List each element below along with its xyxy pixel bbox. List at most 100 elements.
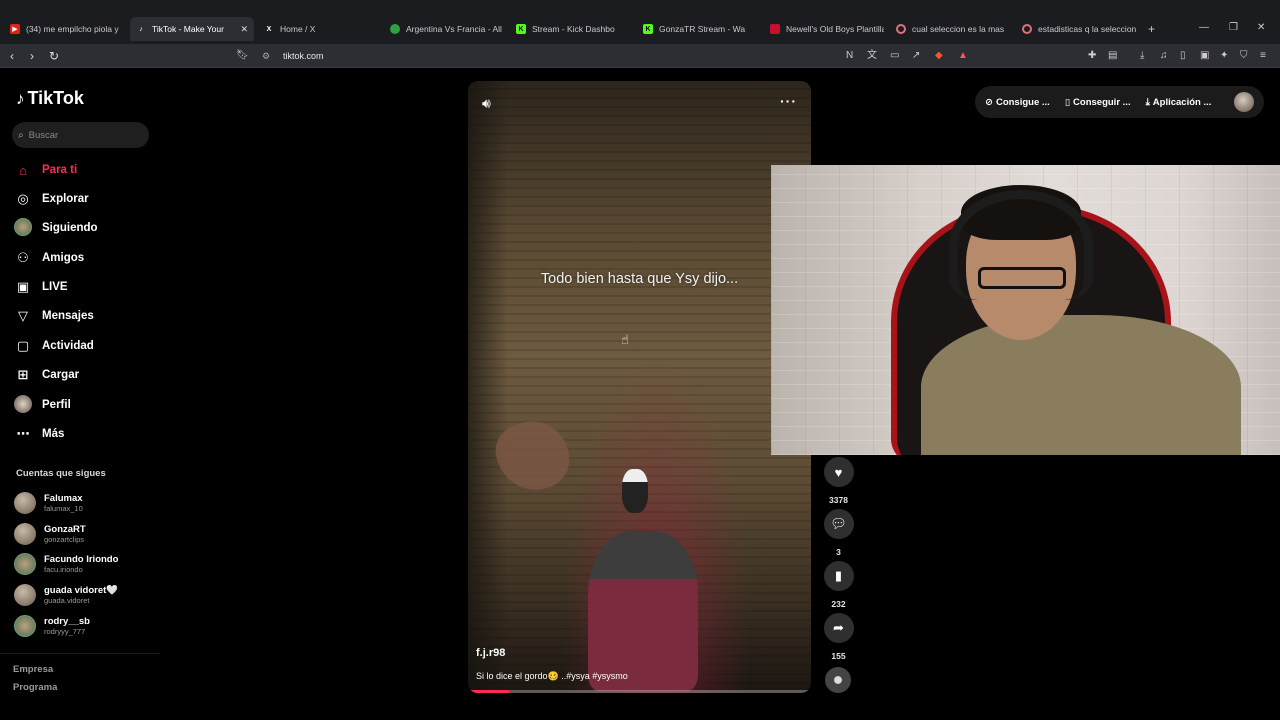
share-icon[interactable]: ➦ [823,613,854,643]
tab-youtube[interactable]: ▶ (34) me empilcho piola y [4,17,124,41]
site-info-icon[interactable]: ⚙ [262,47,270,65]
translate-icon[interactable]: 文 [867,49,877,63]
heart-icon[interactable]: ♥ [823,457,854,487]
video-player[interactable]: 🔊︎ ··· Todo bien hasta que Ysy dijo... f… [468,81,811,693]
comment-icon[interactable]: 💬︎ [823,509,854,539]
vpn-icon[interactable]: ⛉ [1240,49,1248,63]
brave-shields-icon[interactable]: ◆ [935,49,943,63]
reload-icon[interactable]: ↻ [49,49,59,63]
like-action[interactable]: ♥ 3378 [822,457,855,505]
followed-account[interactable]: GonzaRT gonzartclips [14,523,86,545]
tab-kick-dashboard[interactable]: K Stream - Kick Dashbo [510,17,630,41]
forward-icon[interactable]: › [30,49,34,63]
wallet-icon[interactable]: ▣ [1200,49,1209,63]
tab-newells[interactable]: Newell's Old Boys Plantilla [764,17,884,41]
followed-account[interactable]: guada vidoret🤍 guada.vidoret [14,584,118,606]
tab-argentina[interactable]: Argentina Vs Francia - All [384,17,504,41]
restore-icon[interactable]: ❐ [1229,22,1238,33]
media-icon[interactable]: ♫ [1160,49,1168,63]
followed-account[interactable]: Falumax falumax_10 [14,492,83,514]
avatar [14,492,36,514]
tab-search-icon[interactable]: ▤ [1108,49,1117,63]
avatar [14,553,36,575]
nav-actividad[interactable]: ▢ Actividad [14,335,94,357]
tracking-icon[interactable]: N [846,49,853,63]
following-header: Cuentas que sigues [16,468,106,479]
streamer-shirt [921,315,1241,455]
nav-siguiendo[interactable]: Siguiendo [14,217,98,239]
get-coins-button[interactable]: ⊘ Consigue ... [985,97,1050,108]
leo-icon[interactable]: ✦ [1220,49,1228,63]
top-actions-bar: ⊘ Consigue ... ▯ Conseguir ... ⤓ Aplicación… [975,86,1264,118]
video-more-options-icon[interactable]: ··· [780,93,797,109]
video-progress-bar[interactable] [468,690,811,693]
nav-mensajes[interactable]: ▽ Mensajes [14,305,94,327]
back-icon[interactable]: ‹ [10,49,14,63]
x-icon: X [266,25,272,33]
coin-icon: ⊘ [985,96,993,108]
like-count: 3378 [829,495,848,505]
kick-icon: K [643,24,653,34]
nav-explorar[interactable]: ◎ Explorar [14,188,88,210]
menu-icon[interactable]: ≡ [1260,49,1266,63]
following-avatar-icon [14,217,32,239]
nav-label: Más [42,428,65,440]
video-author[interactable]: f.j.r98 [476,647,505,659]
nav-amigos[interactable]: ⚇ Amigos [14,247,84,269]
followed-account[interactable]: Facundo Iriondo facu.iriondo [14,553,118,575]
account-name: Falumax [44,493,83,504]
tab-search-2[interactable]: estadisticas q la seleccion [1016,17,1136,41]
volume-icon[interactable]: 🔊︎ [482,95,491,112]
tab-label: Home / X [280,24,316,34]
account-username: facu.iriondo [44,565,83,574]
cast-icon[interactable]: ▭ [890,49,899,63]
music-disc-icon[interactable] [825,667,851,693]
browser-toolbar: ‹ › ↻ 🔖︎ ⚙ tiktok.com N 文 ▭ ↗ ◆ ▲ ✚ ▤ ⤓ … [0,44,1280,68]
tab-kick-stream[interactable]: K GonzaTR Stream - Wa [637,17,757,41]
account-username: falumax_10 [44,504,83,513]
nav-mas[interactable]: ⋯ Más [14,423,65,445]
new-tab-button[interactable]: + [1142,17,1160,41]
download-icon[interactable]: ⤓ [1140,49,1144,63]
logo-text: TikTok [27,88,84,108]
nav-para-ti[interactable]: ⌂ Para ti [14,159,77,181]
mouse-cursor-icon: ☝ [621,332,629,347]
footer-link-empresa[interactable]: Empresa [13,664,53,675]
get-app-button[interactable]: ▯ Conseguir ... [1065,97,1131,108]
extensions-icon[interactable]: ✚ [1088,49,1096,63]
tab-x[interactable]: X Home / X [258,17,378,41]
video-progress-fill [468,690,510,693]
close-window-icon[interactable]: ✕ [1257,22,1265,33]
nav-live[interactable]: ▣ LIVE [14,276,68,298]
bookmark-action[interactable]: ▮ 232 [822,561,855,609]
minimize-icon[interactable]: — [1199,22,1209,33]
sidebar-toggle-icon[interactable]: ▯ [1180,49,1186,63]
nav-label: Mensajes [42,310,94,322]
pc-app-button[interactable]: ⤓ Aplicación ... [1146,97,1212,108]
brave-rewards-icon[interactable]: ▲ [958,49,968,63]
followed-account[interactable]: rodry__sb rodryyy_777 [14,615,90,637]
nav-label: Actividad [42,340,94,352]
share-page-icon[interactable]: ↗ [912,49,920,63]
tab-label: cual seleccion es la mas [912,24,1005,34]
tab-tiktok[interactable]: ♪ TikTok - Make Your ✕ [130,17,254,41]
search-box[interactable]: ⌕ [12,122,149,148]
bookmark-page-icon[interactable]: 🔖︎ [236,49,249,63]
account-name: Facundo Iriondo [44,554,119,565]
tab-label: estadisticas q la seleccion [1038,24,1136,34]
nav-perfil[interactable]: Perfil [14,394,71,416]
avatar [14,584,36,606]
footer-link-programa[interactable]: Programa [13,682,57,693]
comment-action[interactable]: 💬︎ 3 [822,509,855,557]
close-tab-icon[interactable]: ✕ [240,24,248,35]
share-action[interactable]: ➦ 155 [822,613,855,661]
tab-search-1[interactable]: cual seleccion es la mas [890,17,1010,41]
bookmark-icon[interactable]: ▮ [823,561,854,591]
search-input[interactable] [28,129,139,141]
tiktok-logo[interactable]: ♪ TikTok [16,88,84,109]
tab-label: GonzaTR Stream - Wa [659,24,746,34]
comment-count: 3 [836,547,841,557]
nav-cargar[interactable]: ⊞ Cargar [14,364,80,386]
profile-avatar[interactable] [1234,92,1254,112]
tiktok-icon: ♪ [139,25,143,33]
